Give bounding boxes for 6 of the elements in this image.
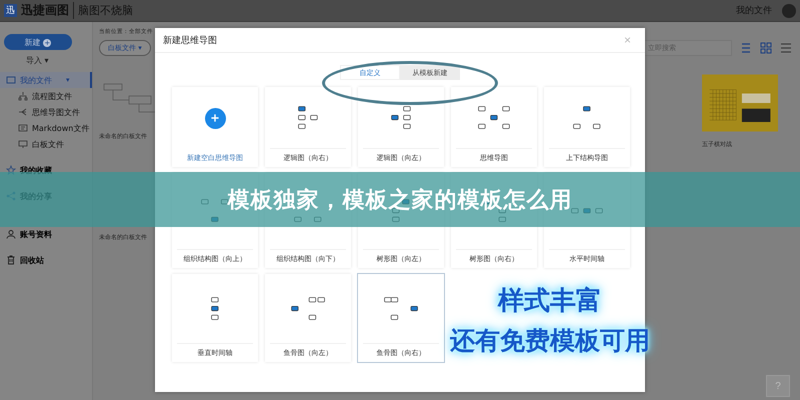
slogan: 脑图不烧脑 xyxy=(78,3,133,18)
app-logo: 迅捷画图 xyxy=(21,2,74,19)
logo-icon: 迅 xyxy=(4,4,17,17)
promo-caption: 样式丰富 xyxy=(498,285,602,318)
banner-title: 模板独家，模板之家的模板怎么用 xyxy=(228,186,572,214)
dialog-title: 新建思维导图 xyxy=(163,34,217,46)
